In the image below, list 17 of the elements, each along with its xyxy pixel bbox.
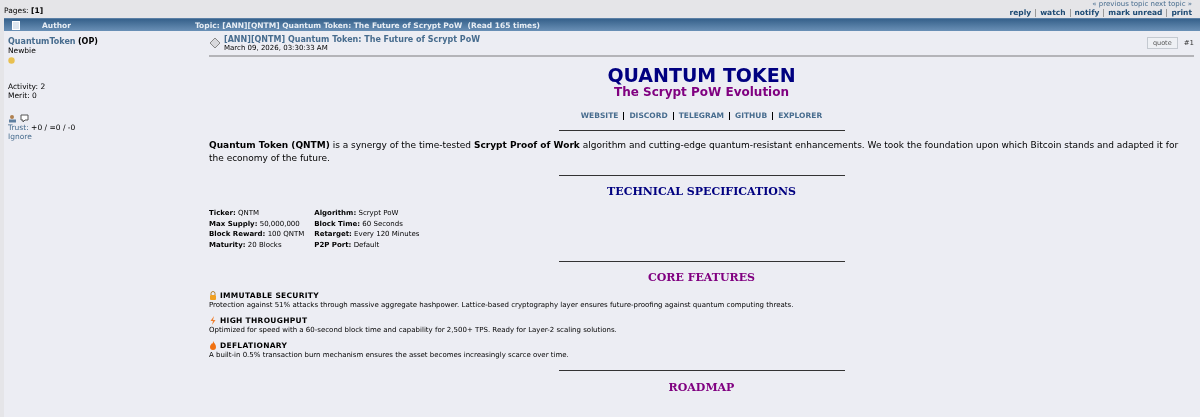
lightning-icon	[209, 316, 217, 325]
document-icon	[12, 20, 20, 30]
speech-bubble-icon[interactable]	[20, 114, 29, 123]
section-heading: TECHNICAL SPECIFICATIONS	[607, 185, 796, 199]
section-heading: CORE FEATURES	[647, 271, 756, 285]
token-heading: QUANTUM TOKEN	[607, 65, 796, 85]
token-subheading: The Scrypt PoW Evolution	[613, 85, 790, 99]
flame-icon	[209, 341, 217, 350]
user-profile-icon[interactable]	[8, 114, 17, 123]
intro-paragraph: Quantum Token (QNTM) is a synergy of the time-tested Scrypt Proof of Work algorithm and cutting-edge quantum-resistant enhancements. We took the foundation upon which Bitcoin stands and adapted it for the economy of the future.	[209, 139, 1180, 165]
lock-icon	[209, 291, 217, 300]
author-name[interactable]: QuantumToken	[8, 37, 76, 46]
section-heading: ROADMAP	[668, 381, 735, 395]
post-icon	[209, 37, 221, 49]
post-title[interactable]: [ANN][QNTM] Quantum Token: The Future of Scrypt PoW	[224, 35, 1147, 44]
op-label: (OP)	[77, 37, 98, 46]
rank-coin-icon	[8, 57, 15, 64]
